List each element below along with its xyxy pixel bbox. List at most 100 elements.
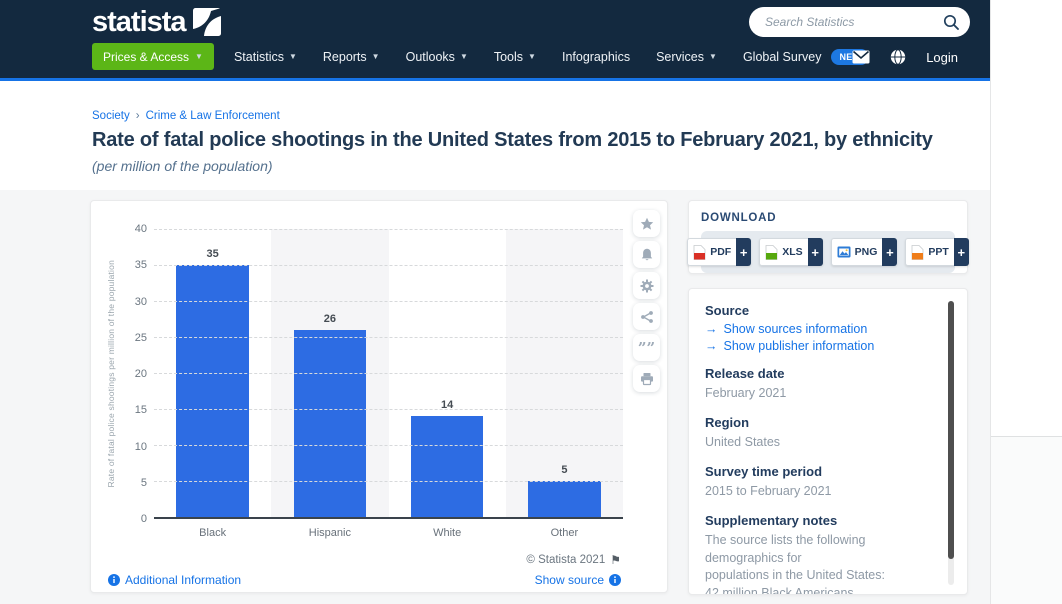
- nav-label: Statistics: [234, 50, 284, 64]
- x-label-hispanic: Hispanic: [271, 527, 388, 539]
- login-link[interactable]: Login: [926, 50, 958, 65]
- alert-button[interactable]: [633, 241, 660, 268]
- gridline: [154, 229, 623, 230]
- x-label-other: Other: [506, 527, 623, 539]
- chevron-down-icon: ▼: [372, 53, 380, 61]
- x-label-black: Black: [154, 527, 271, 539]
- nav-item-outlooks[interactable]: Outlooks ▼: [406, 50, 468, 64]
- y-tick: 25: [117, 332, 147, 344]
- region-block: Region United States: [705, 415, 927, 451]
- download-png-button[interactable]: PNG +: [831, 238, 898, 266]
- breadcrumb-society[interactable]: Society: [92, 110, 130, 122]
- y-axis-title: Rate of fatal police shootings per milli…: [105, 229, 117, 519]
- scrollbar-track[interactable]: [948, 301, 954, 585]
- share-button[interactable]: [633, 303, 660, 330]
- globe-icon[interactable]: [890, 49, 906, 65]
- nav-label: Services: [656, 50, 704, 64]
- notes-line: 42 million Black Americans: [705, 585, 927, 596]
- link-label: Show publisher information: [724, 339, 875, 353]
- download-ppt-main: PPT: [905, 238, 953, 266]
- download-ppt-button[interactable]: PPT +: [905, 238, 968, 266]
- gridline: [154, 445, 623, 446]
- prices-access-button[interactable]: Prices & Access ▼: [92, 43, 214, 70]
- bar-white: [411, 416, 484, 517]
- download-xls-button[interactable]: XLS +: [759, 238, 822, 266]
- show-sources-information-link[interactable]: → Show sources information: [705, 322, 927, 336]
- header: statista Prices & Access ▼: [0, 0, 990, 81]
- gridline: [154, 409, 623, 410]
- bell-icon: [640, 248, 654, 262]
- nav-items: Statistics ▼ Reports ▼ Outlooks ▼ Tools …: [234, 49, 869, 65]
- star-icon: [640, 217, 654, 231]
- plus-icon: +: [954, 238, 969, 266]
- page-content: statista Prices & Access ▼: [0, 0, 990, 604]
- page-title: Rate of fatal police shootings in the Un…: [92, 129, 990, 152]
- browser-side-area: [990, 0, 1062, 604]
- chevron-down-icon: ▼: [709, 53, 717, 61]
- nav-item-infographics[interactable]: Infographics: [562, 50, 630, 64]
- nav-label: Outlooks: [406, 50, 455, 64]
- nav-item-tools[interactable]: Tools ▼: [494, 50, 536, 64]
- gridline: [154, 265, 623, 266]
- search-box: [749, 7, 970, 37]
- prices-access-label: Prices & Access: [103, 50, 189, 64]
- chevron-down-icon: ▼: [195, 53, 203, 61]
- y-tick: 15: [117, 404, 147, 416]
- chevron-down-icon: ▼: [460, 53, 468, 61]
- breadcrumb: Society › Crime & Law Enforcement: [92, 110, 990, 122]
- mail-icon[interactable]: [852, 50, 870, 64]
- share-icon: [640, 310, 654, 324]
- region-value: United States: [705, 434, 927, 451]
- y-tick: 10: [117, 441, 147, 453]
- arrow-right-icon: →: [705, 322, 718, 336]
- link-label: Show sources information: [724, 322, 868, 336]
- favorite-button[interactable]: [633, 210, 660, 237]
- supplementary-notes-block: Supplementary notes The source lists the…: [705, 513, 927, 595]
- xls-file-icon: [765, 245, 778, 260]
- page-head: Society › Crime & Law Enforcement Rate o…: [0, 81, 990, 174]
- printer-icon: [640, 372, 654, 386]
- gridline: [154, 373, 623, 374]
- png-label: PNG: [855, 246, 878, 258]
- chart-toolbar: ””: [633, 210, 660, 392]
- cite-button[interactable]: ””: [633, 334, 660, 361]
- breadcrumb-crime-law[interactable]: Crime & Law Enforcement: [146, 110, 280, 122]
- download-pdf-main: PDF: [687, 238, 736, 266]
- page-subtitle: (per million of the population): [92, 158, 990, 174]
- gear-icon: [640, 279, 654, 293]
- y-tick: 5: [117, 477, 147, 489]
- supplementary-notes-heading: Supplementary notes: [705, 513, 927, 528]
- bar-black: [176, 265, 249, 517]
- plus-icon: +: [882, 238, 897, 266]
- breadcrumb-separator: ›: [136, 110, 140, 122]
- nav-label: Tools: [494, 50, 523, 64]
- download-pdf-button[interactable]: PDF +: [687, 238, 751, 266]
- main-nav: Prices & Access ▼ Statistics ▼ Reports ▼…: [92, 43, 869, 70]
- plus-icon: +: [736, 238, 751, 266]
- additional-information-link[interactable]: Additional Information: [108, 573, 241, 587]
- statista-logo[interactable]: statista: [92, 5, 221, 39]
- nav-item-services[interactable]: Services ▼: [656, 50, 717, 64]
- bar-other: [528, 481, 601, 517]
- nav-item-statistics[interactable]: Statistics ▼: [234, 50, 297, 64]
- bar-value-label: 5: [506, 464, 623, 476]
- chart-card: Rate of fatal police shootings per milli…: [90, 200, 668, 593]
- search-input[interactable]: [749, 15, 942, 29]
- bar-chart-plot: 35 26 14 5: [154, 229, 623, 519]
- chevron-down-icon: ▼: [528, 53, 536, 61]
- search-icon[interactable]: [942, 13, 960, 31]
- chevron-down-icon: ▼: [289, 53, 297, 61]
- info-icon: [609, 574, 621, 586]
- flag-icon[interactable]: ⚑: [610, 553, 621, 567]
- logo-text: statista: [92, 5, 186, 39]
- nav-item-reports[interactable]: Reports ▼: [323, 50, 380, 64]
- settings-button[interactable]: [633, 272, 660, 299]
- statistic-section: Rate of fatal police shootings per milli…: [0, 190, 990, 604]
- download-card: DOWNLOAD PDF +: [688, 200, 968, 274]
- nav-label: Infographics: [562, 50, 630, 64]
- show-source-link[interactable]: Show source: [535, 573, 621, 587]
- show-publisher-information-link[interactable]: → Show publisher information: [705, 339, 927, 353]
- scrollbar-thumb[interactable]: [948, 301, 954, 559]
- nav-item-global-survey[interactable]: Global Survey: [743, 50, 822, 64]
- print-button[interactable]: [633, 365, 660, 392]
